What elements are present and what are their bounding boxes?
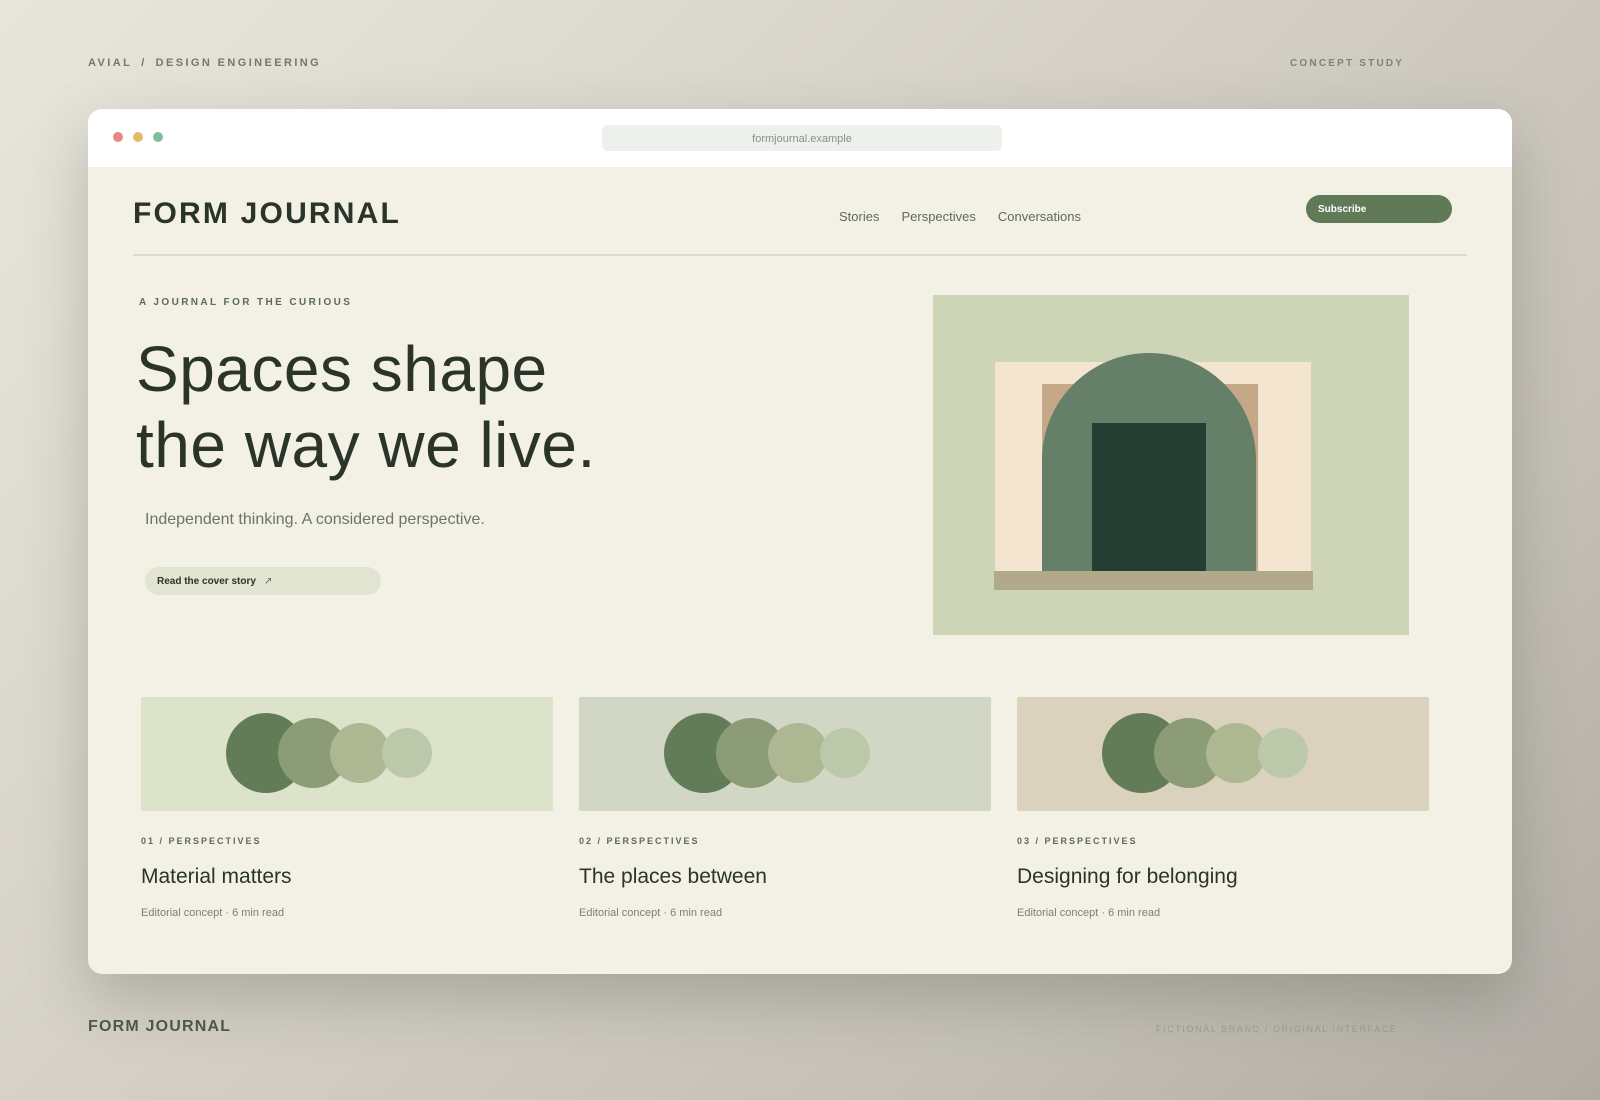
thumbnail-circle — [1206, 723, 1266, 783]
hero-subhead: Independent thinking. A considered persp… — [145, 511, 485, 528]
hero-headline-line-1: Spaces shape — [136, 333, 548, 405]
read-cover-story-button[interactable]: Read the cover story ↗ — [145, 567, 381, 595]
story-card[interactable]: 02 / PERSPECTIVES The places between Edi… — [579, 697, 991, 919]
card-title[interactable]: Designing for belonging — [1017, 865, 1429, 889]
cta-label: Read the cover story — [157, 575, 256, 587]
thumbnail-circle — [330, 723, 390, 783]
card-tag: 02 / PERSPECTIVES — [579, 836, 700, 846]
illustration-doorway — [1092, 423, 1206, 572]
nav-conversations[interactable]: Conversations — [998, 209, 1081, 224]
card-tag: 03 / PERSPECTIVES — [1017, 836, 1138, 846]
studio-section: DESIGN ENGINEERING — [155, 57, 322, 69]
card-title[interactable]: The places between — [579, 865, 991, 889]
hero-illustration — [933, 295, 1409, 635]
concept-label: CONCEPT STUDY — [1290, 58, 1405, 69]
hero-headline-line-2: the way we live. — [136, 409, 596, 481]
nav-stories[interactable]: Stories — [839, 209, 879, 224]
studio-brand: AVIAL — [88, 57, 133, 69]
card-title[interactable]: Material matters — [141, 865, 553, 889]
hero-headline: Spaces shape the way we live. — [136, 331, 596, 483]
card-meta: Editorial concept · 6 min read — [579, 907, 723, 919]
studio-separator: / — [141, 57, 147, 69]
browser-chrome: formjournal.example — [88, 109, 1512, 167]
footer-note: FICTIONAL BRAND / ORIGINAL INTERFACE — [1156, 1024, 1398, 1034]
header-divider — [133, 254, 1467, 256]
hero-eyebrow: A JOURNAL FOR THE CURIOUS — [139, 297, 353, 308]
nav-perspectives[interactable]: Perspectives — [901, 209, 975, 224]
story-card[interactable]: 03 / PERSPECTIVES Designing for belongin… — [1017, 697, 1429, 919]
address-bar[interactable]: formjournal.example — [602, 125, 1002, 151]
studio-label: AVIAL / DESIGN ENGINEERING — [88, 57, 321, 69]
card-meta: Editorial concept · 6 min read — [1017, 907, 1161, 919]
card-thumbnail[interactable] — [579, 697, 991, 811]
site-header: FORM JOURNAL Stories Perspectives Conver… — [133, 167, 1467, 255]
main-nav: Stories Perspectives Conversations — [839, 209, 1081, 224]
close-window-button[interactable] — [113, 132, 123, 142]
site-logo[interactable]: FORM JOURNAL — [133, 197, 401, 231]
story-card[interactable]: 01 / PERSPECTIVES Material matters Edito… — [141, 697, 553, 919]
thumbnail-circle — [1258, 728, 1308, 778]
footer-brand: FORM JOURNAL — [88, 1018, 232, 1035]
thumbnail-circle — [820, 728, 870, 778]
maximize-window-button[interactable] — [153, 132, 163, 142]
thumbnail-circle — [768, 723, 828, 783]
illustration-base — [994, 571, 1313, 590]
thumbnail-circle — [382, 728, 432, 778]
arrow-up-right-icon: ↗ — [263, 575, 273, 587]
card-meta: Editorial concept · 6 min read — [141, 907, 285, 919]
card-tag: 01 / PERSPECTIVES — [141, 836, 262, 846]
card-thumbnail[interactable] — [1017, 697, 1429, 811]
subscribe-button[interactable]: Subscribe — [1306, 195, 1452, 223]
minimize-window-button[interactable] — [133, 132, 143, 142]
card-thumbnail[interactable] — [141, 697, 553, 811]
browser-window: formjournal.example FORM JOURNAL Stories… — [88, 109, 1512, 974]
